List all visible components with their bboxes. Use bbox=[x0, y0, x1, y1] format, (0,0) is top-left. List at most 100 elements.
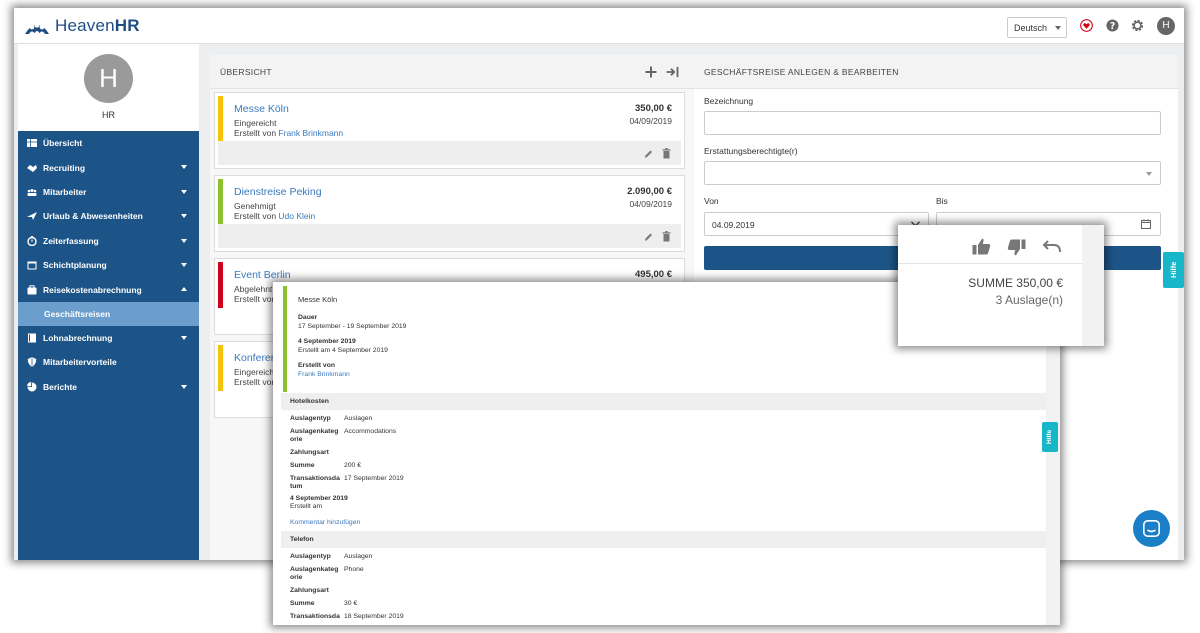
app-logo[interactable]: HeavenHR bbox=[24, 16, 140, 36]
trip-title[interactable]: Konferen bbox=[234, 352, 277, 364]
chevron-down-icon bbox=[181, 262, 187, 267]
trash-icon[interactable] bbox=[662, 148, 671, 159]
sidebar-item-mitarbeiter[interactable]: Mitarbeiter bbox=[18, 180, 199, 204]
sidebar-item-urlaub[interactable]: Urlaub & Abwesenheiten bbox=[18, 204, 199, 228]
field-value: Auslagen bbox=[344, 553, 373, 560]
sidebar-subitem-geschaeftsreisen[interactable]: Geschäftsreisen bbox=[18, 301, 199, 326]
sidebar-item-lohnabrechnung[interactable]: Lohnabrechnung bbox=[18, 326, 199, 350]
expense-count: 3 Auslage(n) bbox=[995, 293, 1063, 307]
trip-status: Genehmigt bbox=[234, 201, 276, 211]
user-name: HR bbox=[102, 110, 115, 120]
heart-icon[interactable] bbox=[1080, 19, 1093, 32]
section-header-hotelkosten: Hotelkosten bbox=[281, 393, 1049, 410]
undo-icon[interactable] bbox=[1043, 240, 1061, 253]
created-by-link[interactable]: Frank Brinkmann bbox=[298, 371, 350, 378]
comment-note: Erstellt am bbox=[290, 503, 323, 510]
trip-card[interactable]: Dienstreise Peking Genehmigt Erstellt vo… bbox=[214, 175, 685, 252]
popup-side-strip bbox=[1082, 225, 1104, 346]
field-label: Transaktionsda bbox=[290, 613, 340, 620]
created-by-label: Erstellt von bbox=[234, 294, 277, 304]
trip-created-by: Erstellt von bbox=[234, 377, 276, 387]
chevron-down-icon bbox=[1055, 26, 1061, 30]
sidebar-item-recruiting[interactable]: Recruiting bbox=[18, 155, 199, 179]
svg-text:?: ? bbox=[1110, 21, 1115, 32]
trip-card[interactable]: Messe Köln Eingereicht Erstellt von Fran… bbox=[214, 92, 685, 169]
add-icon[interactable] bbox=[645, 66, 657, 78]
logo-text: HeavenHR bbox=[55, 16, 140, 35]
sidebar: H HR Übersicht Recruiting Mitarbeiter Ur… bbox=[18, 44, 199, 560]
created-by-link[interactable]: Frank Brinkmann bbox=[278, 128, 343, 138]
bezeichnung-input[interactable] bbox=[704, 111, 1161, 135]
status-bar-yellow bbox=[218, 96, 223, 142]
trip-title[interactable]: Event Berlin bbox=[234, 269, 291, 281]
field-label: Auslagentyp bbox=[290, 415, 331, 422]
von-date-input[interactable]: 04.09.2019 bbox=[704, 212, 929, 236]
sidebar-item-mitarbeitervorteile[interactable]: Mitarbeitervorteile bbox=[18, 350, 199, 374]
field-label: Auslagentyp bbox=[290, 553, 331, 560]
sidebar-item-label: Mitarbeitervorteile bbox=[43, 357, 117, 368]
sidebar-item-uebersicht[interactable]: Übersicht bbox=[18, 131, 199, 155]
comment-date: 4 September 2019 bbox=[290, 495, 348, 502]
help-icon[interactable]: ? bbox=[1106, 19, 1119, 32]
edit-pencil-icon[interactable] bbox=[644, 231, 653, 242]
user-avatar[interactable]: H bbox=[84, 54, 133, 103]
trash-icon[interactable] bbox=[662, 231, 671, 242]
erstattungsberechtigte-select[interactable] bbox=[704, 161, 1161, 185]
trip-date: 04/09/2019 bbox=[629, 199, 672, 209]
label-von: Von bbox=[704, 196, 719, 206]
chevron-up-icon bbox=[181, 287, 187, 292]
chevron-down-icon bbox=[181, 335, 187, 340]
language-select[interactable]: Deutsch bbox=[1007, 17, 1067, 38]
calendar-icon bbox=[27, 261, 37, 270]
overview-title: ÜBERSICHT bbox=[220, 67, 272, 77]
detail-title: Messe Köln bbox=[298, 295, 338, 304]
sidebar-item-label: Zeiterfassung bbox=[43, 235, 99, 246]
sidebar-nav: Übersicht Recruiting Mitarbeiter Urlaub … bbox=[18, 131, 199, 560]
trip-created-by: Erstellt von bbox=[234, 294, 276, 304]
pie-chart-icon bbox=[27, 381, 37, 392]
thumbs-up-icon[interactable] bbox=[972, 238, 991, 255]
created-by-label: Erstellt von bbox=[234, 211, 277, 221]
trip-title[interactable]: Dienstreise Peking bbox=[234, 186, 322, 198]
user-avatar-small[interactable]: H bbox=[1157, 17, 1175, 35]
gear-icon[interactable] bbox=[1131, 19, 1144, 32]
field-label: Zahlungsart bbox=[290, 587, 329, 594]
shield-icon bbox=[27, 357, 37, 368]
calendar-icon[interactable] bbox=[1141, 219, 1151, 229]
sidebar-item-schichtplanung[interactable]: Schichtplanung bbox=[18, 253, 199, 277]
trip-title[interactable]: Messe Köln bbox=[234, 103, 289, 115]
edit-pencil-icon[interactable] bbox=[644, 148, 653, 159]
trip-amount: 495,00 € bbox=[635, 269, 672, 280]
field-value: Phone bbox=[344, 566, 364, 573]
created-by-link[interactable]: Udo Klein bbox=[278, 211, 315, 221]
sidebar-item-berichte[interactable]: Berichte bbox=[18, 375, 199, 399]
sidebar-item-zeiterfassung[interactable]: Zeiterfassung bbox=[18, 229, 199, 253]
stopwatch-icon bbox=[27, 235, 37, 246]
chevron-down-icon bbox=[181, 214, 187, 219]
trip-date: 04/09/2019 bbox=[629, 116, 672, 126]
field-label: Zahlungsart bbox=[290, 449, 329, 456]
field-label: Auslagenkateg bbox=[290, 428, 339, 435]
created-note: Erstellt am 4 September 2019 bbox=[298, 347, 388, 354]
form-header: GESCHÄFTSREISE ANLEGEN & BEARBEITEN bbox=[694, 55, 1178, 89]
help-tab[interactable]: Hilfe bbox=[1163, 252, 1184, 288]
help-tab[interactable]: Hilfe bbox=[1042, 422, 1058, 452]
logo-people-icon bbox=[25, 22, 49, 34]
created-by-label: Erstellt von bbox=[234, 377, 277, 387]
field-value: 30 € bbox=[344, 600, 358, 607]
sidebar-item-reisekosten[interactable]: Reisekostenabrechnung bbox=[18, 277, 199, 301]
book-icon bbox=[28, 333, 36, 343]
sidebar-item-label: Recruiting bbox=[43, 162, 86, 173]
form-title: GESCHÄFTSREISE ANLEGEN & BEARBEITEN bbox=[704, 67, 899, 77]
chat-launcher-button[interactable] bbox=[1133, 510, 1170, 547]
field-label: Transaktionsda bbox=[290, 475, 340, 482]
created-date: 4 September 2019 bbox=[298, 338, 356, 345]
sidebar-item-label: Übersicht bbox=[43, 138, 83, 149]
people-icon bbox=[27, 188, 37, 196]
sidebar-item-label: Reisekostenabrechnung bbox=[43, 284, 142, 295]
created-by-label: Erstellt von bbox=[234, 128, 277, 138]
thumbs-down-icon[interactable] bbox=[1007, 239, 1026, 256]
sidebar-item-label: Urlaub & Abwesenheiten bbox=[43, 211, 143, 222]
export-arrow-icon[interactable] bbox=[666, 66, 679, 78]
add-comment-link[interactable]: Kommentar hinzufügen bbox=[290, 519, 360, 526]
